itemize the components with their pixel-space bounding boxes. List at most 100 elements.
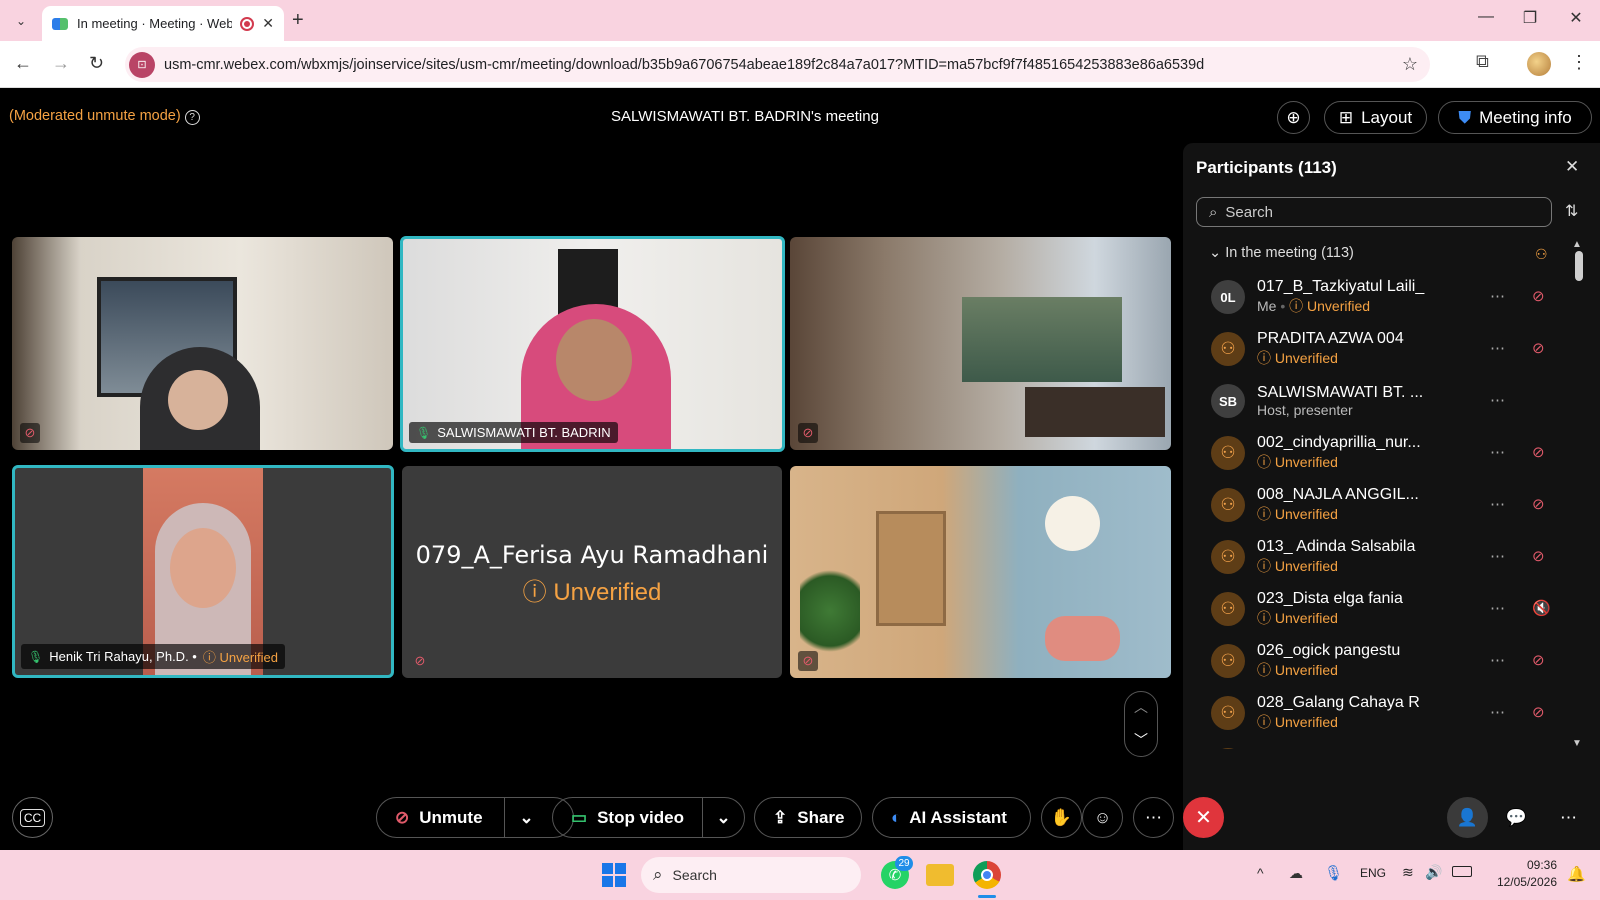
participant-subtitle: ⓘ Unverified: [1257, 712, 1447, 732]
taskbar-search-box[interactable]: ⌕ Search: [641, 857, 861, 893]
participant-row[interactable]: ⚇ 028_Galang Cahaya R ⓘ Unverified ⋯ ⊘: [1196, 687, 1566, 739]
participant-row[interactable]: ⚇ 026_ogick pangestu ⓘ Unverified ⋯ ⊘: [1196, 635, 1566, 687]
recording-indicator-icon: [240, 16, 255, 31]
wifi-icon[interactable]: ≋: [1402, 864, 1414, 881]
video-tile-3[interactable]: ⊘: [790, 237, 1171, 450]
profile-avatar[interactable]: [1527, 52, 1551, 76]
scrollbar-thumb[interactable]: [1575, 251, 1583, 281]
chrome-icon[interactable]: [973, 861, 1001, 889]
notification-bell-icon[interactable]: 🔔: [1567, 865, 1586, 883]
site-info-icon[interactable]: ⊡: [129, 51, 155, 78]
participant-more-icon[interactable]: ⋯: [1490, 391, 1505, 409]
stop-video-button[interactable]: ▭ Stop video: [553, 808, 702, 828]
panel-more-button[interactable]: ⋯: [1548, 797, 1589, 838]
video-tile-5[interactable]: 079_A_Ferisa Ayu Ramadhani ⓘ Unverified …: [402, 466, 782, 678]
share-button[interactable]: ⇪ Share: [754, 797, 862, 838]
extensions-puzzle-icon[interactable]: ⧉: [1476, 51, 1489, 72]
participant-subtitle: ⓘ Unverified: [1257, 452, 1447, 472]
mic-muted-icon[interactable]: ⊘: [1532, 651, 1545, 669]
participants-toggle-button[interactable]: 👤: [1447, 797, 1488, 838]
video-options-chevron-icon[interactable]: ⌄: [702, 797, 744, 838]
scroll-down-arrow-icon[interactable]: ▼: [1572, 738, 1582, 749]
captions-button[interactable]: CC: [12, 797, 53, 838]
cloud-icon[interactable]: ☁: [1289, 865, 1303, 882]
more-options-button[interactable]: ⋯: [1133, 797, 1174, 838]
video-tile-2[interactable]: 🎙 SALWISMAWATI BT. BADRIN: [400, 236, 785, 452]
reload-icon[interactable]: ↻: [89, 53, 104, 74]
unmute-button[interactable]: ⊘ Unmute: [377, 808, 504, 828]
muted-mic-icon: ⊘: [20, 423, 40, 443]
tab-search-chevron-icon[interactable]: ⌄: [10, 10, 32, 32]
participant-more-icon[interactable]: ⋯: [1490, 443, 1505, 461]
browser-tab-active[interactable]: In meeting · Meeting · Web ✕: [42, 6, 284, 41]
chat-button[interactable]: 💬: [1496, 797, 1537, 838]
participant-more-icon[interactable]: ⋯: [1490, 651, 1505, 669]
tray-overflow-icon[interactable]: ^: [1257, 865, 1264, 881]
participant-more-icon[interactable]: ⋯: [1490, 339, 1505, 357]
page-down-icon[interactable]: ﹀: [1125, 730, 1157, 750]
new-tab-plus-icon[interactable]: +: [292, 9, 304, 32]
section-header-in-meeting[interactable]: ⌄ In the meeting (113): [1209, 245, 1354, 261]
more-dots-icon: ⋯: [1560, 807, 1577, 827]
participant-more-icon[interactable]: ⋯: [1490, 599, 1505, 617]
language-indicator[interactable]: ENG: [1360, 866, 1386, 880]
omnibox[interactable]: ⊡ usm-cmr.webex.com/wbxmjs/joinservice/s…: [125, 47, 1430, 82]
participant-row[interactable]: ⚇030_Tristan Gilang A: [1196, 739, 1566, 749]
video-tile-6[interactable]: ⊘: [790, 466, 1171, 678]
mic-muted-icon[interactable]: ⊘: [1532, 703, 1545, 721]
unverified-badge: ⓘ Unverified: [1257, 610, 1338, 626]
volume-icon[interactable]: 🔊: [1425, 864, 1442, 881]
panel-close-icon[interactable]: ✕: [1565, 157, 1579, 177]
speaker-off-icon[interactable]: 🔇: [1532, 599, 1551, 617]
ai-assistant-button[interactable]: ◐ AI Assistant: [872, 797, 1031, 838]
window-close-icon[interactable]: ✕: [1556, 8, 1596, 28]
video-tile-4[interactable]: 🎙 Henik Tri Rahayu, Ph.D. • ⓘ Unverified: [12, 465, 394, 678]
sort-icon[interactable]: ⇅: [1565, 201, 1578, 221]
participant-role: Me: [1257, 298, 1277, 314]
mic-muted-icon[interactable]: ⊘: [1532, 287, 1545, 305]
layout-button[interactable]: ⊞ Layout: [1324, 101, 1427, 134]
restore-icon[interactable]: ❐: [1510, 8, 1550, 28]
raise-hand-button[interactable]: ✋: [1041, 797, 1082, 838]
back-arrow-icon[interactable]: ←: [14, 53, 32, 74]
admit-person-icon[interactable]: ⚇: [1535, 246, 1548, 263]
mic-muted-icon[interactable]: ⊘: [1532, 495, 1545, 513]
bookmark-star-icon[interactable]: ☆: [1402, 54, 1418, 75]
participant-search-input[interactable]: ⌕ Search: [1196, 197, 1552, 227]
video-tile-1[interactable]: ⊘: [12, 237, 393, 450]
minimize-icon[interactable]: —: [1466, 8, 1506, 26]
page-up-icon[interactable]: ︿: [1125, 697, 1157, 717]
forward-arrow-icon[interactable]: →: [52, 53, 70, 74]
participant-row[interactable]: 0L 017_B_Tazkiyatul Laili_ Me • ⓘ Unverifi…: [1196, 271, 1566, 323]
leave-meeting-button[interactable]: ✕: [1183, 797, 1224, 838]
windows-start-icon[interactable]: [602, 863, 626, 887]
participant-more-icon[interactable]: ⋯: [1490, 703, 1505, 721]
mic-muted-icon[interactable]: ⊘: [1532, 339, 1545, 357]
mic-muted-icon[interactable]: ⊘: [1532, 547, 1545, 565]
participant-row[interactable]: ⚇ PRADITA AZWA 004 ⓘ Unverified ⋯ ⊘: [1196, 323, 1566, 375]
unverified-badge: ⓘ Unverified: [1257, 350, 1338, 366]
battery-icon[interactable]: [1452, 866, 1472, 877]
participant-row[interactable]: ⚇ 002_cindyaprillia_nur... ⓘ Unverified ⋯ ⊘: [1196, 427, 1566, 479]
audio-options-chevron-icon[interactable]: ⌄: [504, 797, 548, 838]
participant-more-icon[interactable]: ⋯: [1490, 495, 1505, 513]
clock-time[interactable]: 09:36: [1487, 858, 1557, 872]
participant-more-icon[interactable]: ⋯: [1490, 547, 1505, 565]
browser-menu-icon[interactable]: ⋮: [1570, 52, 1588, 73]
url-text: usm-cmr.webex.com/wbxmjs/joinservice/sit…: [164, 56, 1205, 73]
scroll-up-arrow-icon[interactable]: ▲: [1572, 239, 1582, 250]
meeting-info-button[interactable]: ⛊ Meeting info: [1438, 101, 1592, 134]
participant-row[interactable]: ⚇ 013_ Adinda Salsabila ⓘ Unverified ⋯ ⊘: [1196, 531, 1566, 583]
participant-row[interactable]: ⚇ 023_Dista elga fania ⓘ Unverified ⋯ 🔇: [1196, 583, 1566, 635]
file-explorer-icon[interactable]: [926, 864, 954, 886]
tab-close-icon[interactable]: ✕: [262, 15, 274, 32]
participant-row[interactable]: ⚇ 008_NAJLA ANGGIL... ⓘ Unverified ⋯ ⊘: [1196, 479, 1566, 531]
reactions-button[interactable]: ☺: [1082, 797, 1123, 838]
mic-muted-icon[interactable]: ⊘: [1532, 443, 1545, 461]
participant-row[interactable]: SB SALWISMAWATI BT. ... Host, presenter ⋯: [1196, 375, 1566, 427]
zoom-search-button[interactable]: ⊕: [1277, 101, 1310, 134]
participant-info: 026_ogick pangestu ⓘ Unverified: [1257, 642, 1447, 680]
participant-more-icon[interactable]: ⋯: [1490, 287, 1505, 305]
microphone-tray-icon[interactable]: 🎙: [1324, 864, 1343, 882]
clock-date[interactable]: 12/05/2026: [1487, 875, 1557, 889]
